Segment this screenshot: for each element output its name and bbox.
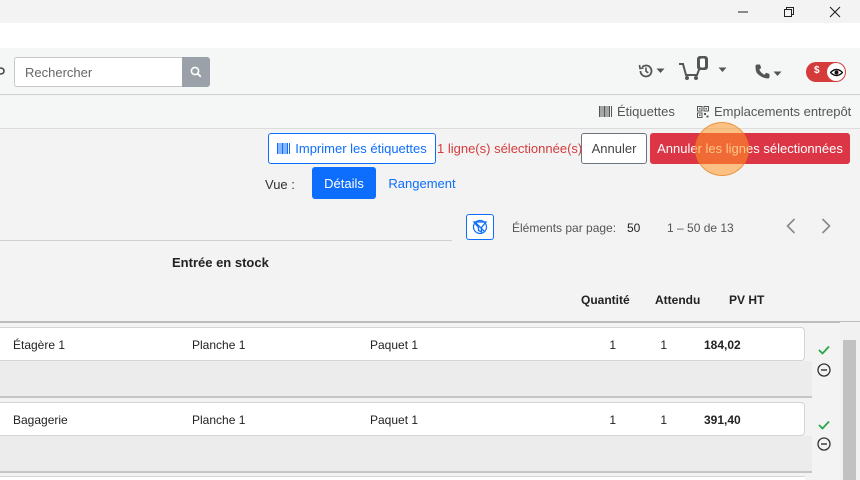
row-quantity: 1 (609, 338, 616, 352)
row-location: Bagagerie (13, 413, 68, 427)
labels-link-text: Étiquettes (617, 104, 675, 119)
cancel-selected-lines-button[interactable]: Annuler les lignes sélectionnées (650, 133, 850, 164)
phone-icon (755, 64, 770, 79)
table-row[interactable]: Bagagerie Planche 1 Paquet 1 1 1 391,40 (0, 402, 805, 436)
dollar-icon: $ (814, 65, 820, 76)
toggle-knob (827, 63, 845, 81)
filter-off-icon (472, 219, 488, 235)
next-page-button[interactable] (814, 214, 838, 238)
restore-icon (784, 6, 794, 17)
eye-icon (829, 68, 843, 76)
history-icon (638, 64, 653, 78)
chevron-down-icon (656, 68, 665, 73)
close-icon (829, 6, 841, 17)
column-header-quantity[interactable]: Quantité (581, 293, 630, 307)
previous-page-button[interactable] (779, 214, 803, 238)
scrollbar-thumb[interactable] (843, 340, 856, 480)
validate-row-button[interactable] (815, 341, 833, 359)
warehouse-locations-link[interactable]: Emplacements entrepôt (697, 104, 851, 119)
row-package: Paquet 1 (370, 338, 419, 352)
view-label: Vue : (265, 177, 295, 192)
search-icon (190, 66, 202, 78)
history-dropdown[interactable] (637, 62, 665, 80)
labels-link[interactable]: Étiquettes (599, 104, 675, 119)
cart-icon (679, 56, 708, 80)
phone-dropdown[interactable] (754, 63, 782, 80)
page-range-label: 1 – 50 de 13 (667, 221, 734, 235)
restore-button[interactable] (766, 0, 812, 23)
chevron-down-icon (773, 71, 782, 76)
minimize-icon (738, 11, 748, 12)
price-visibility-toggle[interactable]: $ (806, 62, 846, 82)
search-button[interactable] (182, 57, 210, 87)
row-divider (0, 471, 812, 473)
chevron-right-icon (821, 218, 831, 234)
divider (0, 240, 452, 241)
clear-filter-button[interactable] (466, 214, 494, 240)
header-divider (0, 321, 860, 323)
chevron-down-icon (718, 67, 727, 72)
table-row[interactable] (0, 476, 805, 480)
row-package: Paquet 1 (370, 413, 419, 427)
close-button[interactable] (812, 0, 858, 23)
row-expected: 1 (660, 338, 667, 352)
print-labels-text: Imprimer les étiquettes (295, 141, 427, 156)
group-header-stock-entry: Entrée en stock (172, 255, 269, 270)
cancel-button[interactable]: Annuler (581, 133, 647, 164)
row-divider (0, 396, 812, 398)
check-icon (818, 420, 830, 430)
column-header-expected[interactable]: Attendu (655, 293, 700, 307)
row-price: 184,02 (704, 338, 741, 352)
row-detail-area (0, 361, 812, 397)
row-quantity: 1 (609, 413, 616, 427)
partial-link-icon[interactable] (0, 64, 5, 79)
cart-dropdown[interactable] (678, 55, 727, 81)
check-icon (818, 345, 830, 355)
minus-circle-icon (817, 437, 831, 451)
minus-circle-icon (817, 363, 831, 377)
items-per-page-select[interactable]: 50 (627, 221, 640, 235)
print-labels-button[interactable]: Imprimer les étiquettes (268, 133, 436, 164)
minimize-button[interactable] (720, 0, 766, 23)
items-per-page-label: Éléments par page: (512, 221, 617, 235)
remove-row-button[interactable] (815, 435, 833, 453)
row-shelf: Planche 1 (192, 338, 246, 352)
row-detail-area (0, 436, 812, 472)
qr-icon (697, 105, 709, 118)
table-row[interactable]: Étagère 1 Planche 1 Paquet 1 1 1 184,02 (0, 327, 805, 361)
chevron-left-icon (786, 218, 796, 234)
row-location: Étagère 1 (13, 338, 66, 352)
validate-row-button[interactable] (815, 416, 833, 434)
row-price: 391,40 (704, 413, 741, 427)
row-shelf: Planche 1 (192, 413, 246, 427)
column-header-price[interactable]: PV HT (729, 293, 764, 307)
tab-storage[interactable]: Rangement (382, 167, 462, 199)
row-expected: 1 (660, 413, 667, 427)
selected-count-text: 1 ligne(s) sélectionnée(s) (437, 141, 583, 156)
warehouse-locations-link-text: Emplacements entrepôt (714, 104, 852, 119)
tab-details[interactable]: Détails (312, 167, 376, 199)
barcode-icon (277, 143, 291, 154)
search-input[interactable] (14, 57, 182, 87)
barcode-icon (599, 106, 612, 117)
remove-row-button[interactable] (815, 361, 833, 379)
